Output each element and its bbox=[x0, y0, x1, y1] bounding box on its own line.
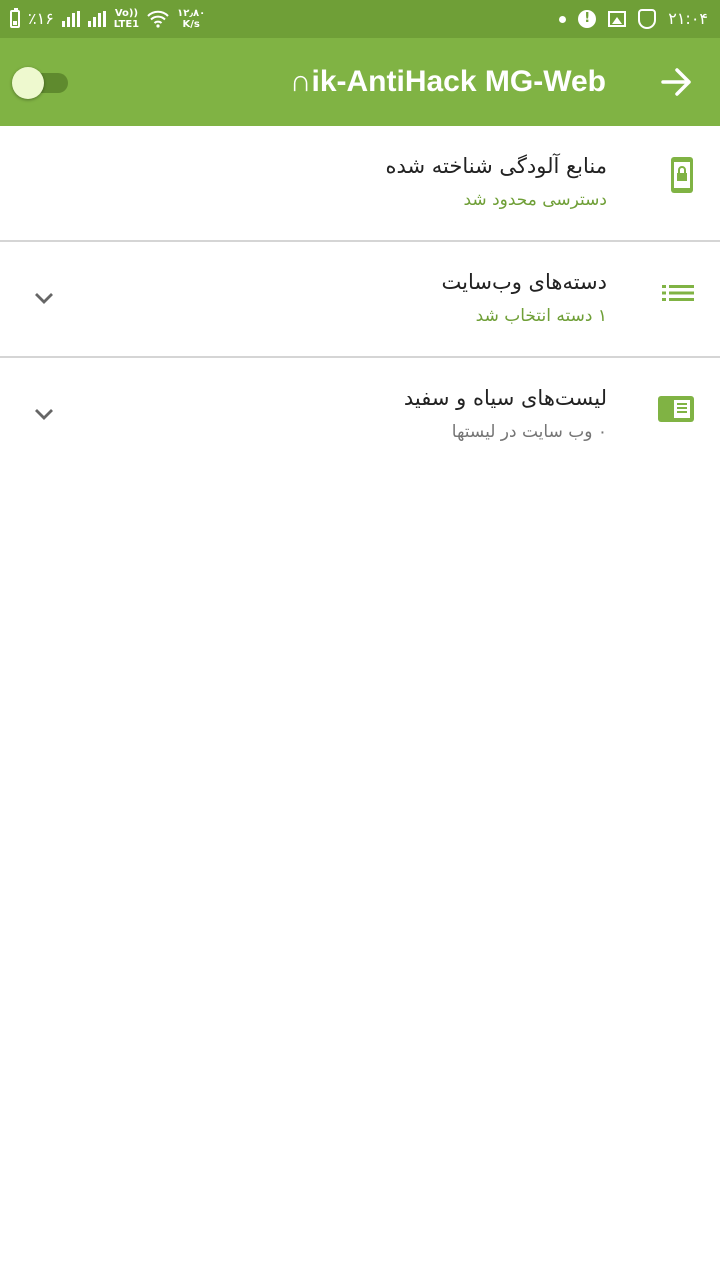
network-speed: ۱۲٫۸۰ K/s bbox=[177, 8, 205, 30]
row-subtitle: ۰ وب سایت در لیستها bbox=[451, 422, 607, 442]
list-item-website-categories[interactable]: دسته‌های وب‌سایت ۱ دسته انتخاب شد bbox=[0, 242, 720, 356]
alert-icon: ! bbox=[578, 10, 597, 28]
row-subtitle: دسترسی محدود شد bbox=[463, 190, 608, 210]
network-speed-value: ۱۲٫۸۰ bbox=[177, 8, 206, 19]
app-bar: ∩ik-AntiHack MG-Web bbox=[0, 38, 720, 126]
signal-icon bbox=[87, 11, 106, 27]
row-title: دسته‌های وب‌سایت bbox=[441, 270, 608, 294]
chevron-down-icon[interactable] bbox=[33, 407, 55, 421]
clock: ۲۱:۰۴ bbox=[668, 9, 708, 28]
battery-icon bbox=[10, 8, 20, 28]
phone-lock-icon bbox=[671, 157, 693, 193]
signal-icon bbox=[61, 11, 80, 27]
network-speed-unit: K/s bbox=[182, 19, 200, 30]
toggle-thumb[interactable] bbox=[12, 67, 44, 99]
image-icon bbox=[608, 11, 627, 27]
empty-content-area bbox=[0, 472, 720, 1280]
status-bar: ٪۱۶ Vo)) LTE1 ۱۲٫۸۰ K/s ! ۲۱:۰۴ bbox=[0, 0, 720, 38]
app-title: ∩ik-AntiHack MG-Web bbox=[289, 65, 606, 98]
shield-icon bbox=[638, 9, 657, 29]
arrow-right-icon[interactable] bbox=[660, 66, 694, 98]
volte-icon: Vo)) LTE1 bbox=[113, 8, 140, 30]
list-item-black-white-lists[interactable]: لیست‌های سیاه و سفید ۰ وب سایت در لیستها bbox=[0, 358, 720, 472]
row-title: منابع آلودگی شناخته شده bbox=[385, 154, 608, 178]
list-icon bbox=[662, 285, 694, 301]
status-bar-left: ٪۱۶ Vo)) LTE1 ۱۲٫۸۰ K/s bbox=[10, 0, 205, 38]
row-subtitle: ۱ دسته انتخاب شد bbox=[475, 306, 607, 326]
status-bar-right: ! ۲۱:۰۴ bbox=[559, 0, 708, 38]
row-title: لیست‌های سیاه و سفید bbox=[403, 386, 607, 410]
list-item-known-infection-sources[interactable]: منابع آلودگی شناخته شده دسترسی محدود شد bbox=[0, 126, 720, 240]
wifi-icon bbox=[147, 10, 169, 28]
blacklist-icon bbox=[658, 396, 694, 422]
chevron-down-icon[interactable] bbox=[33, 291, 55, 305]
dot-icon bbox=[559, 15, 567, 23]
battery-percent: ٪۱۶ bbox=[28, 9, 54, 28]
